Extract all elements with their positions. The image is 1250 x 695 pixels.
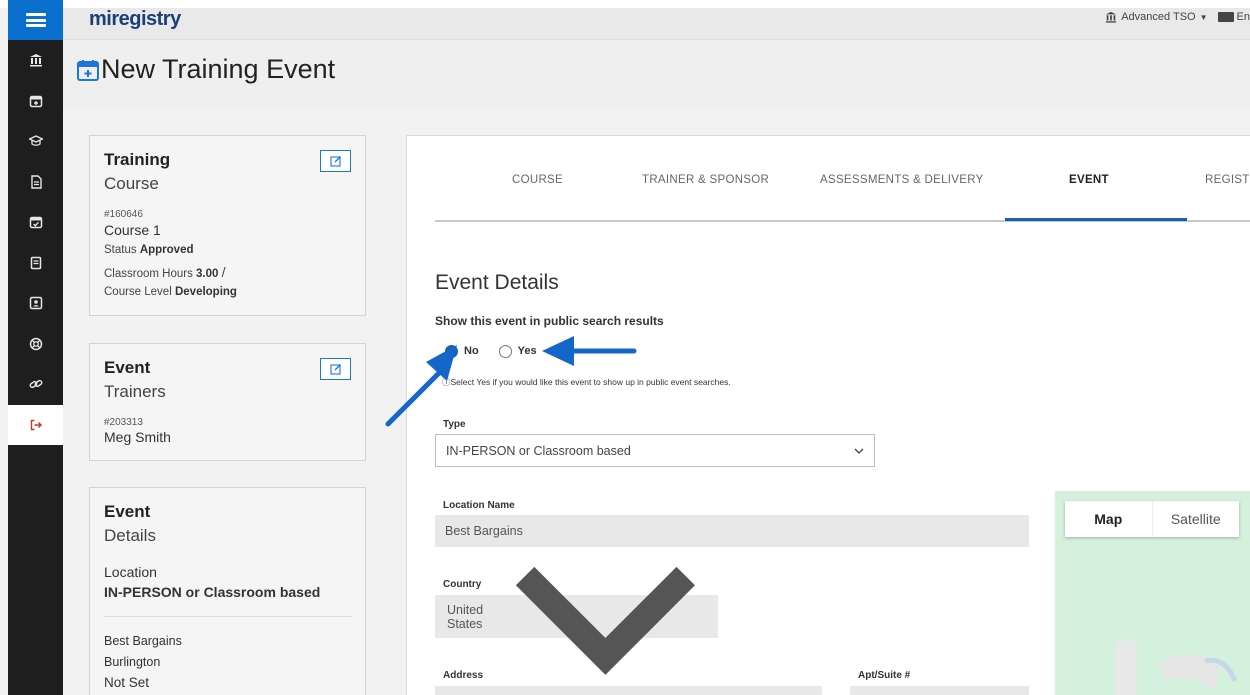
page: miregistry Advanced TSO ▼ En New Trainin… (0, 0, 1250, 695)
header-right: Advanced TSO ▼ En (1105, 11, 1250, 23)
top-header: miregistry Advanced TSO ▼ En (63, 8, 1250, 40)
sidebar-item-logout[interactable] (8, 404, 63, 445)
location-value: IN-PERSON or Classroom based (104, 584, 321, 600)
public-search-hint: ⓘSelect Yes if you would like this event… (442, 377, 731, 387)
page-title: New Training Event (101, 54, 336, 84)
calendar-check-icon (29, 217, 42, 229)
wizard-tabs: COURSE TRAINER & SPONSOR ASSESSMENTS & D… (435, 136, 1250, 222)
tab-assessments-delivery[interactable]: ASSESSMENTS & DELIVERY (820, 174, 984, 186)
bank-icon (1106, 11, 1117, 23)
sidebar (8, 0, 63, 695)
role-menu[interactable]: Advanced TSO ▼ (1105, 11, 1208, 23)
sidebar-item-contacts[interactable] (8, 283, 63, 324)
language-menu[interactable]: En (1217, 11, 1250, 23)
location-name-label: Location Name (443, 500, 515, 511)
trainer-name: Meg Smith (104, 429, 171, 445)
map-roads (1115, 641, 1238, 695)
type-select[interactable]: IN-PERSON or Classroom based (435, 434, 875, 467)
active-tab-indicator (1005, 218, 1187, 221)
tab-event[interactable]: EVENT (1069, 174, 1109, 186)
location-name-field[interactable]: Best Bargains (435, 515, 1029, 547)
graduation-cap-icon (28, 135, 43, 147)
chevron-down-icon (854, 448, 864, 454)
location-map[interactable]: Map Satellite (1055, 491, 1250, 695)
country-label: Country (443, 579, 482, 590)
logout-icon (30, 419, 42, 430)
event-trainers-card: Event Trainers #203313 Meg Smith (89, 343, 366, 461)
type-label: Type (443, 419, 466, 430)
country-select[interactable]: United States (435, 567, 718, 676)
hamburger-icon (25, 13, 46, 27)
location-city: Burlington (104, 655, 161, 669)
course-level: Course Level Developing (104, 286, 237, 298)
sidebar-item-catalog[interactable] (8, 243, 63, 284)
card-subtitle: Trainers (104, 382, 166, 401)
chevron-down-icon (516, 567, 696, 676)
app-logo[interactable]: miregistry (89, 8, 181, 31)
training-course-card: Training Course #160646 Course 1 Status … (89, 135, 366, 316)
sidebar-item-links[interactable] (8, 364, 63, 405)
edit-icon (329, 364, 341, 375)
card-title: Event (104, 358, 151, 377)
book-icon (30, 256, 41, 269)
apt-suite-label: Apt/Suite # (858, 670, 911, 681)
course-status: Status Approved (104, 244, 194, 256)
menu-button[interactable] (8, 0, 63, 40)
sidebar-item-documents[interactable] (8, 162, 63, 203)
sidebar-item-new-event[interactable] (8, 81, 63, 122)
tab-course[interactable]: COURSE (512, 174, 563, 186)
link-icon (29, 380, 42, 389)
address-field[interactable] (435, 686, 822, 695)
location-label: Location (104, 564, 157, 580)
course-id: #160646 (104, 209, 143, 220)
bank-icon (29, 54, 42, 67)
caret-down-icon: ▼ (1199, 12, 1208, 22)
radio-no[interactable] (445, 344, 458, 358)
radio-yes[interactable] (498, 344, 512, 358)
card-title: Event (104, 502, 151, 521)
apt-suite-field[interactable] (850, 686, 1029, 695)
language-icon (1217, 12, 1234, 22)
trainer-id: #203313 (104, 417, 143, 428)
tab-trainer-sponsor[interactable]: TRAINER & SPONSOR (642, 174, 769, 186)
edit-trainers-button[interactable] (320, 358, 351, 380)
course-name: Course 1 (104, 222, 161, 238)
sidebar-item-help[interactable] (8, 324, 63, 365)
public-search-options: No Yes (445, 343, 537, 359)
event-details-card: Event Details Location IN-PERSON or Clas… (89, 487, 366, 695)
contact-card-icon (29, 297, 42, 310)
card-subtitle: Course (104, 174, 159, 193)
calendar-plus-icon (29, 95, 42, 107)
sidebar-item-events[interactable] (8, 202, 63, 243)
top-strip (0, 0, 1250, 8)
title-bar: New Training Event (63, 40, 1250, 108)
edit-icon (329, 156, 341, 167)
public-search-label: Show this event in public search results (435, 314, 664, 328)
calendar-plus-icon (77, 60, 99, 81)
course-hours: Classroom Hours 3.00 / (104, 264, 226, 280)
edit-course-button[interactable] (320, 150, 351, 172)
sidebar-item-training[interactable] (8, 121, 63, 162)
tab-registration[interactable]: REGIST (1205, 174, 1250, 186)
radio-no-label[interactable]: No (464, 345, 479, 357)
card-title: Training (104, 150, 171, 169)
location-extra: Not Set (104, 675, 150, 690)
main-panel: COURSE TRAINER & SPONSOR ASSESSMENTS & D… (406, 135, 1250, 695)
life-ring-icon (29, 337, 42, 350)
card-subtitle: Details (104, 526, 156, 545)
address-label: Address (443, 670, 484, 681)
info-icon: ⓘ (442, 377, 451, 387)
location-place: Best Bargains (104, 634, 182, 648)
radio-yes-label[interactable]: Yes (518, 345, 537, 357)
section-title: Event Details (435, 271, 559, 294)
document-icon (30, 175, 42, 189)
sidebar-item-organization[interactable] (8, 40, 63, 81)
divider (104, 616, 352, 617)
